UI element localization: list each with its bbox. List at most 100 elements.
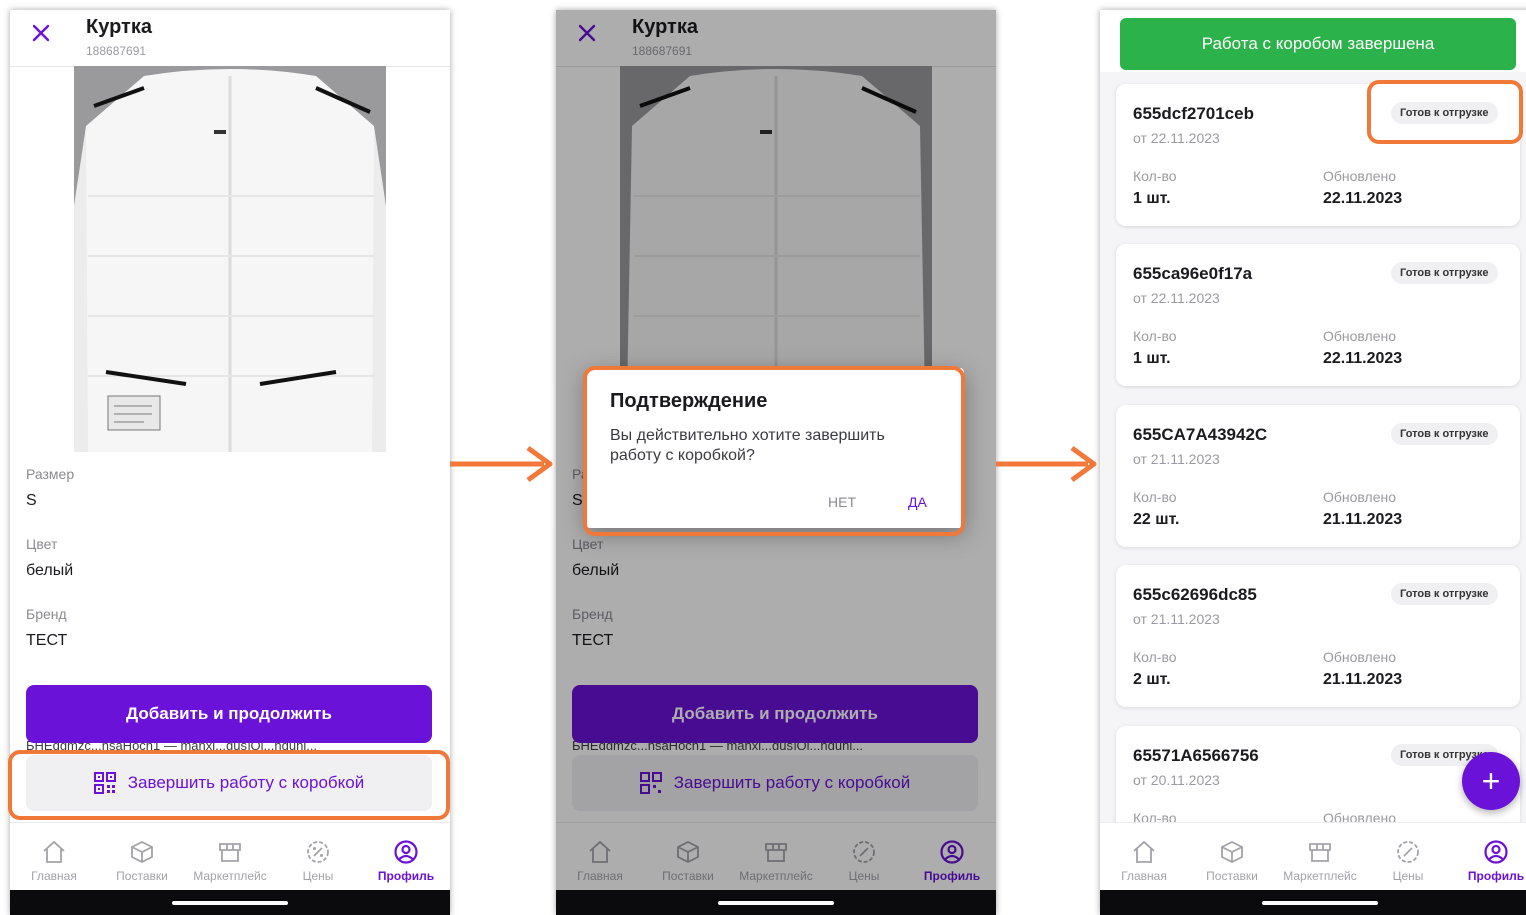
box-card[interactable]: 655ca96e0f17a от 22.11.2023 Готов к отгр… [1116, 244, 1520, 386]
nav-label: Главная [1121, 869, 1167, 883]
box-id: 655c62696dc85 [1133, 585, 1257, 604]
percent-badge-icon [1397, 841, 1419, 863]
attribute-label: Размер [26, 466, 75, 482]
updated-label: Обновлено [1323, 168, 1397, 184]
finish-box-label: Завершить работу с коробкой [127, 773, 365, 792]
box-card[interactable]: 655dcf2701ceb от 22.11.2023 Готов к отгр… [1116, 84, 1520, 226]
status-badge: Готов к отгрузке [1391, 102, 1498, 124]
add-box-fab[interactable]: + [1462, 752, 1520, 810]
box-id: 655ca96e0f17a [1133, 264, 1253, 283]
nav-label: Профиль [377, 869, 435, 883]
updated-value: 21.11.2023 [1323, 511, 1403, 528]
box-card[interactable]: 655c62696dc85 от 21.11.2023 Готов к отгр… [1116, 565, 1520, 707]
box-id: 655dcf2701ceb [1133, 104, 1254, 123]
nav-item-marketplace[interactable]: Маркетплейс [186, 823, 274, 891]
box-date: от 22.11.2023 [1133, 290, 1220, 306]
nav-label: Поставки [116, 869, 168, 883]
updated-value: 21.11.2023 [1323, 671, 1403, 688]
product-attributes: Размер S Цвет белый Бренд ТЕСТ [26, 466, 436, 676]
qty-label: Кол-во [1133, 489, 1177, 505]
home-icon [1133, 840, 1155, 863]
bottom-nav: Главная Поставки Маркетплейс Цены Профил… [1100, 822, 1526, 891]
qty-label: Кол-во [1133, 328, 1177, 344]
updated-label: Обновлено [1323, 328, 1397, 344]
box-card[interactable]: 65571A6566756 от 20.11.2023 Готов к отгр… [1116, 726, 1520, 822]
store-icon [219, 843, 241, 862]
qty-value: 1 шт. [1133, 350, 1171, 367]
updated-label: Обновлено [1323, 810, 1397, 822]
home-indicator[interactable] [172, 901, 288, 905]
product-id: 188687691 [86, 44, 147, 58]
box-icon [131, 840, 153, 864]
box-date: от 20.11.2023 [1133, 772, 1220, 788]
system-home-bar [1100, 890, 1526, 915]
product-image [74, 66, 386, 452]
nav-item-marketplace[interactable]: Маркетплейс [1276, 823, 1364, 891]
phone-screen-confirmation: Куртка 188687691 Размер S Цвет белый Бре… [556, 10, 996, 915]
updated-label: Обновлено [1323, 649, 1397, 665]
home-indicator[interactable] [1262, 901, 1378, 905]
profile-icon [394, 840, 418, 864]
close-icon[interactable] [30, 22, 52, 44]
flow-arrow-icon [996, 445, 1097, 483]
box-card[interactable]: 655CA7A43942C от 21.11.2023 Готов к отгр… [1116, 405, 1520, 547]
box-date: от 21.11.2023 [1133, 611, 1220, 627]
qty-label: Кол-во [1133, 810, 1177, 822]
attribute-color: Цвет белый [26, 536, 436, 580]
nav-label: Маркетплейс [193, 869, 267, 883]
qty-value: 22 шт. [1133, 511, 1180, 528]
attribute-value: S [26, 492, 37, 509]
nav-item-home[interactable]: Главная [1100, 823, 1188, 891]
status-badge: Готов к отгрузке [1391, 583, 1498, 605]
nav-label: Поставки [1206, 869, 1258, 883]
attribute-size: Размер S [26, 466, 436, 510]
confirmation-dialog: Подтверждение Вы действительно хотите за… [586, 368, 964, 528]
boxes-header: Работа с коробом завершена [1100, 10, 1526, 73]
status-badge: Готов к отгрузке [1391, 423, 1498, 445]
qty-value: 2 шт. [1133, 671, 1171, 688]
box-date: от 22.11.2023 [1133, 130, 1220, 146]
nav-item-profile[interactable]: Профиль [1452, 823, 1526, 891]
nav-item-supplies[interactable]: Поставки [98, 823, 186, 891]
box-date: от 21.11.2023 [1133, 451, 1220, 467]
box-icon [1221, 840, 1243, 864]
box-id: 655CA7A43942C [1133, 425, 1268, 444]
nav-label: Цены [1392, 869, 1424, 883]
updated-value: 22.11.2023 [1323, 350, 1403, 367]
system-home-bar [10, 890, 450, 915]
profile-icon [1484, 840, 1508, 864]
nav-label: Профиль [1467, 869, 1525, 883]
home-icon [43, 840, 65, 863]
qty-label: Кол-во [1133, 649, 1177, 665]
home-indicator[interactable] [718, 901, 834, 905]
box-done-banner[interactable]: Работа с коробом завершена [1120, 18, 1516, 70]
finish-box-button[interactable]: Завершить работу с коробкой [26, 755, 432, 811]
nav-label: Цены [302, 869, 334, 883]
nav-item-profile[interactable]: Профиль [362, 823, 450, 891]
dialog-no-button[interactable]: НЕТ [828, 494, 856, 510]
attribute-label: Цвет [26, 536, 58, 552]
nav-item-supplies[interactable]: Поставки [1188, 823, 1276, 891]
qty-label: Кол-во [1133, 168, 1177, 184]
attribute-value: ТЕСТ [26, 632, 68, 649]
flow-arrow-icon [450, 445, 553, 483]
percent-badge-icon [307, 841, 329, 863]
add-and-continue-button[interactable]: Добавить и продолжить [26, 685, 432, 743]
nav-item-home[interactable]: Главная [10, 823, 98, 891]
phone-screen-product: Куртка 188687691 Размер S Цвет белый Бре… [10, 10, 450, 915]
nav-label: Главная [31, 869, 77, 883]
dialog-yes-button[interactable]: ДА [908, 494, 927, 510]
nav-item-prices[interactable]: Цены [1364, 823, 1452, 891]
nav-item-prices[interactable]: Цены [274, 823, 362, 891]
nav-label: Маркетплейс [1283, 869, 1357, 883]
boxes-list: 655dcf2701ceb от 22.11.2023 Готов к отгр… [1100, 72, 1526, 822]
product-title: Куртка [86, 16, 152, 38]
attribute-brand: Бренд ТЕСТ [26, 606, 436, 650]
bottom-nav: Главная Поставки Маркетплейс Цены Профил… [10, 822, 450, 891]
app-header: Куртка 188687691 [10, 10, 450, 67]
system-home-bar [556, 890, 996, 915]
dialog-title: Подтверждение [610, 390, 768, 412]
attribute-label: Бренд [26, 606, 67, 622]
qty-value: 1 шт. [1133, 190, 1171, 207]
box-id: 65571A6566756 [1133, 746, 1259, 765]
